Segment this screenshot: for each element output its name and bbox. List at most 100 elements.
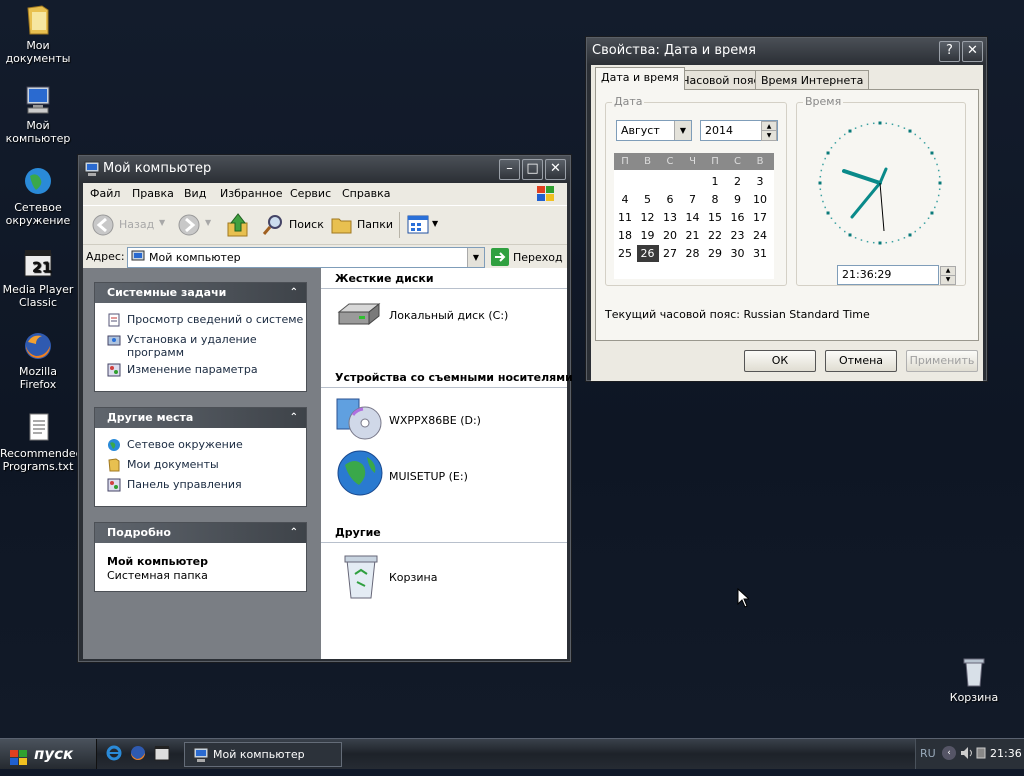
calendar-weekday: С bbox=[666, 156, 674, 167]
other-places-header[interactable]: Другие места ⌃ bbox=[95, 408, 306, 428]
search-button[interactable]: Поиск bbox=[259, 212, 324, 238]
task-add-remove-programs[interactable]: Установка и удаление программ bbox=[107, 333, 287, 359]
forward-button[interactable]: ▼ bbox=[175, 212, 219, 238]
address-dropdown-button[interactable]: ▼ bbox=[467, 248, 484, 267]
calendar-day[interactable]: 13 bbox=[659, 209, 681, 226]
spinner-down-icon[interactable]: ▼ bbox=[940, 275, 956, 285]
calendar-day[interactable]: 27 bbox=[659, 245, 681, 262]
calendar-day[interactable]: 30 bbox=[727, 245, 749, 262]
language-indicator[interactable]: RU bbox=[920, 747, 936, 760]
views-button[interactable]: ▼ bbox=[405, 212, 441, 238]
tab-timezone[interactable]: Часовой пояс bbox=[676, 70, 766, 90]
calendar-day[interactable]: 29 bbox=[704, 245, 726, 262]
ok-button[interactable]: ОК bbox=[744, 350, 816, 372]
panel-title: Другие места bbox=[107, 411, 194, 424]
clock-tick bbox=[897, 125, 900, 127]
task-change-setting[interactable]: Изменение параметра bbox=[107, 363, 258, 377]
close-button[interactable]: ✕ bbox=[962, 41, 983, 62]
menu-help[interactable]: Справка bbox=[342, 187, 390, 200]
desktop-icon-mpc[interactable]: 21 Media Player Classic bbox=[0, 248, 76, 309]
go-button[interactable]: Переход bbox=[489, 247, 563, 267]
explorer-titlebar[interactable]: Мой компьютер – □ ✕ bbox=[79, 156, 570, 182]
calendar-day[interactable]: 7 bbox=[682, 191, 704, 208]
calendar-day[interactable]: 19 bbox=[637, 227, 659, 244]
minimize-button[interactable]: – bbox=[499, 159, 520, 180]
desktop-icon-my-documents[interactable]: Мои документы bbox=[0, 4, 76, 65]
quicklaunch-firefox[interactable] bbox=[130, 745, 146, 761]
up-folder-button[interactable] bbox=[225, 211, 251, 239]
back-button[interactable]: Назад ▼ bbox=[89, 212, 169, 238]
desktop-icon-firefox[interactable]: Mozilla Firefox bbox=[0, 330, 76, 391]
calendar-day[interactable]: 31 bbox=[749, 245, 771, 262]
desktop-icon-network[interactable]: Сетевое окружение bbox=[0, 166, 76, 227]
calendar-day[interactable]: 14 bbox=[682, 209, 704, 226]
calendar-day[interactable]: 12 bbox=[637, 209, 659, 226]
windows-flag-icon bbox=[10, 746, 28, 776]
quicklaunch-mpc[interactable] bbox=[154, 745, 170, 761]
calendar-day[interactable]: 16 bbox=[727, 209, 749, 226]
calendar-day[interactable]: 6 bbox=[659, 191, 681, 208]
calendar-day[interactable]: 20 bbox=[659, 227, 681, 244]
taskbar-task-my-computer[interactable]: Мой компьютер bbox=[184, 742, 342, 767]
network-tray-icon[interactable] bbox=[976, 746, 986, 763]
system-tasks-header[interactable]: Системные задачи ⌃ bbox=[95, 283, 306, 303]
quicklaunch-ie[interactable] bbox=[106, 745, 122, 761]
clock-tick bbox=[848, 233, 852, 237]
tab-date-time[interactable]: Дата и время bbox=[595, 67, 685, 90]
calendar-day[interactable]: 23 bbox=[727, 227, 749, 244]
calendar-day[interactable]: 9 bbox=[727, 191, 749, 208]
calendar-day[interactable]: 10 bbox=[749, 191, 771, 208]
calendar-day[interactable]: 11 bbox=[614, 209, 636, 226]
calendar-day[interactable]: 15 bbox=[704, 209, 726, 226]
folders-button[interactable]: Папки bbox=[329, 212, 393, 238]
menu-file[interactable]: Файл bbox=[90, 187, 120, 200]
close-button[interactable]: ✕ bbox=[545, 159, 566, 180]
calendar-day[interactable]: 24 bbox=[749, 227, 771, 244]
menu-tools[interactable]: Сервис bbox=[290, 187, 331, 200]
month-select[interactable]: Август ▼ bbox=[616, 120, 692, 141]
address-input[interactable]: Мой компьютер ▼ bbox=[127, 247, 485, 268]
calendar-day[interactable]: 26 bbox=[636, 245, 659, 262]
menu-edit[interactable]: Правка bbox=[132, 187, 174, 200]
place-network[interactable]: Сетевое окружение bbox=[107, 438, 243, 452]
calendar-day[interactable]: 1 bbox=[704, 173, 726, 190]
calendar-day[interactable]: 17 bbox=[749, 209, 771, 226]
calendar-day[interactable]: 8 bbox=[704, 191, 726, 208]
tab-internet-time[interactable]: Время Интернета bbox=[755, 70, 870, 90]
dialog-body: Дата и время Часовой пояс Время Интернет… bbox=[591, 65, 983, 381]
place-control-panel[interactable]: Панель управления bbox=[107, 478, 242, 492]
dialog-titlebar[interactable]: Свойства: Дата и время ? ✕ bbox=[587, 38, 986, 64]
calendar-day[interactable]: 21 bbox=[682, 227, 704, 244]
volume-icon[interactable] bbox=[960, 746, 974, 763]
collapse-chevron-icon: ⌃ bbox=[289, 412, 298, 423]
desktop-icon-my-computer[interactable]: Мой компьютер bbox=[0, 84, 76, 145]
desktop-icon-recycle[interactable]: Корзина bbox=[936, 656, 1012, 704]
time-spinner[interactable]: 21:36:29 ▲ ▼ bbox=[837, 265, 956, 285]
apply-button[interactable]: Применить bbox=[906, 350, 978, 372]
menu-view[interactable]: Вид bbox=[184, 187, 206, 200]
calendar-day[interactable]: 5 bbox=[637, 191, 659, 208]
items-pane: Жесткие диски Локальный диск (C:) Устрой… bbox=[321, 268, 573, 659]
calendar-day[interactable]: 3 bbox=[749, 173, 771, 190]
maximize-button[interactable]: □ bbox=[522, 159, 543, 180]
calendar-day[interactable]: 2 bbox=[727, 173, 749, 190]
spinner-down-icon[interactable]: ▼ bbox=[761, 130, 777, 141]
cancel-button[interactable]: Отмена bbox=[825, 350, 897, 372]
calendar-day[interactable]: 28 bbox=[682, 245, 704, 262]
tray-expand-icon[interactable]: ‹ bbox=[942, 746, 956, 760]
clock-tick bbox=[834, 142, 837, 144]
details-header[interactable]: Подробно ⌃ bbox=[95, 523, 306, 543]
clock[interactable]: 21:36 bbox=[990, 747, 1022, 760]
year-spinner[interactable]: 2014 ▲ ▼ bbox=[700, 120, 778, 141]
calendar-day[interactable]: 18 bbox=[614, 227, 636, 244]
task-view-system-info[interactable]: Просмотр сведений о системе bbox=[107, 313, 303, 327]
calendar-day[interactable]: 25 bbox=[614, 245, 636, 262]
start-button[interactable]: пуск bbox=[0, 739, 97, 769]
calendar-day[interactable]: 22 bbox=[704, 227, 726, 244]
place-my-documents[interactable]: Мои документы bbox=[107, 458, 219, 472]
desktop-icon-label: Mozilla Firefox bbox=[19, 365, 57, 391]
help-button[interactable]: ? bbox=[939, 41, 960, 62]
desktop-icon-recommended[interactable]: Recommended Programs.txt bbox=[0, 412, 83, 473]
calendar-day[interactable]: 4 bbox=[614, 191, 636, 208]
menu-favorites[interactable]: Избранное bbox=[220, 187, 282, 200]
